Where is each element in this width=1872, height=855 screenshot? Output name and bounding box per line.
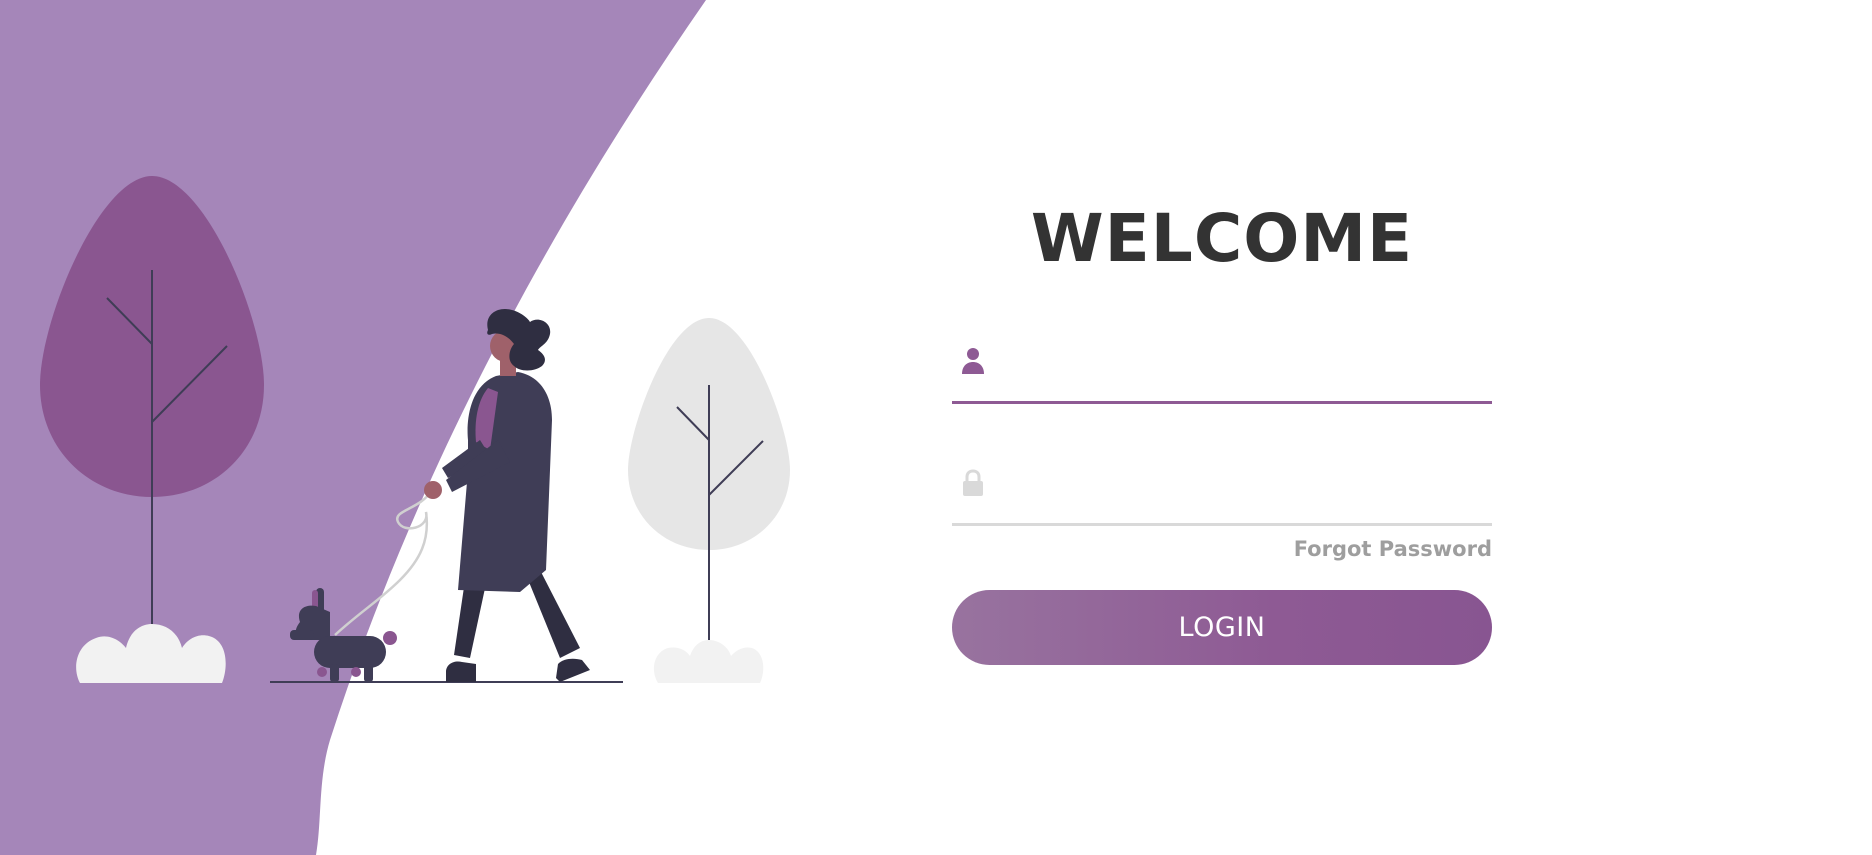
user-icon [962,348,984,374]
username-field[interactable] [952,344,1492,404]
password-field[interactable] [952,466,1492,526]
white-bush-right [653,640,764,683]
login-page: WELCOME Forgot Password LOGIN [0,0,1872,855]
lock-icon [963,469,983,496]
password-underline [952,523,1492,526]
walking-illustration [40,176,790,683]
username-input[interactable] [1002,344,1486,396]
purple-tree [40,176,264,628]
password-input[interactable] [1002,466,1486,518]
username-underline [952,401,1492,404]
welcome-title: WELCOME [1030,200,1414,277]
grey-tree [628,318,790,640]
login-button[interactable]: LOGIN [952,590,1492,665]
forgot-password-link[interactable]: Forgot Password [952,537,1492,561]
dog-leash [334,489,434,636]
walking-woman [424,308,590,682]
white-bush-left [76,624,226,683]
dog [290,588,397,682]
